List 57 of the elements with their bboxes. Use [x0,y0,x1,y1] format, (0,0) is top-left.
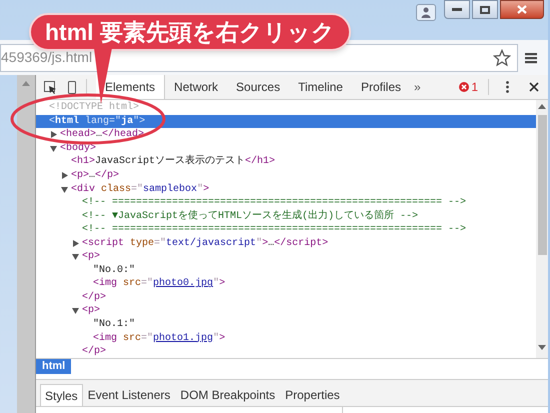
collapsed-triangle-icon[interactable] [50,131,57,138]
close-icon[interactable] [529,82,539,92]
dom-line[interactable]: <!-- ======================================================= --> [82,195,466,210]
scroll-up-icon[interactable] [538,104,546,109]
dom-line[interactable]: <img src="photo0.jpg"> [93,276,226,292]
devtools-tab[interactable]: Network [165,75,228,99]
dom-line[interactable]: </p> [82,290,106,305]
collapsed-triangle-icon[interactable] [61,172,68,179]
dom-line[interactable]: <head>…</head> [60,127,144,142]
dom-line[interactable]: <script type="text/javascript">…</script> [82,236,328,251]
dom-line[interactable]: <h1>JavaScriptソース表示のテスト</h1> [71,154,276,170]
dom-line[interactable]: <p> [82,249,100,264]
minimize-button[interactable] [444,0,470,19]
dom-scrollbar[interactable] [536,100,548,358]
expanded-triangle-icon[interactable] [61,186,68,193]
dom-line[interactable]: <p> [82,303,100,318]
inspect-icon[interactable] [44,80,57,94]
user-button[interactable] [416,4,436,21]
devtools-tab[interactable]: Profiles [352,75,410,99]
collapsed-triangle-icon[interactable] [72,240,79,247]
sidebar-tab[interactable]: Properties [280,384,345,406]
dom-line[interactable]: <img src="photo1.jpg"> [93,330,226,346]
maximize-button[interactable] [472,0,498,19]
sidebar-tab[interactable]: DOM Breakpoints [175,384,280,406]
person-icon [421,7,431,18]
close-window-button[interactable] [500,0,544,19]
dom-line[interactable]: <div class="samplebox"> [71,182,210,197]
devtools-tab[interactable]: Sources [227,75,290,99]
error-counter[interactable]: 1 [459,78,478,96]
url-text: 459369/js.html [1,48,92,67]
more-tabs-button[interactable]: » [414,78,421,96]
sidebar-tab[interactable]: Styles [40,384,83,406]
dom-line[interactable]: <body> [60,140,96,156]
device-icon[interactable] [68,80,76,94]
expanded-triangle-icon[interactable] [72,307,79,314]
scrollbar-thumb[interactable] [538,115,546,255]
menu-icon[interactable] [525,52,537,64]
star-icon[interactable] [493,48,511,66]
expanded-triangle-icon[interactable] [50,144,57,152]
close-icon [517,5,527,14]
callout-bubble: html 要素先頭を右クリック [29,13,351,51]
devtools-tab[interactable]: Timeline [289,75,352,99]
dom-line[interactable]: "No.0:" [93,262,136,278]
dom-line[interactable]: </p> [82,344,106,360]
dom-line[interactable]: <!-- ======================================================= --> [82,222,466,238]
maximize-icon [480,6,490,14]
scroll-down-icon[interactable] [538,345,546,350]
sidebar-tab[interactable]: Event Listeners [82,384,176,406]
breadcrumb-item[interactable]: html [36,359,72,374]
error-icon [459,82,470,92]
dom-line[interactable]: "No.1:" [93,317,136,332]
dom-line[interactable]: <p>…</p> [71,168,120,184]
dom-line[interactable]: <!-- ▼JavaScriptを使ってHTMLソースを生成(出力)している箇所 --> [82,208,418,224]
minimize-icon [452,8,462,12]
kebab-menu-icon[interactable] [506,81,509,93]
expanded-triangle-icon[interactable] [72,253,79,260]
page-scrollbar[interactable] [17,75,35,413]
